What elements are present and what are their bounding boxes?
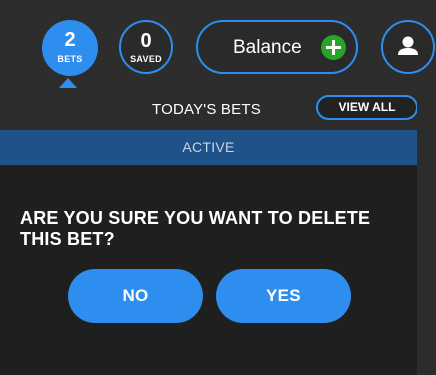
saved-counter-button[interactable]: 0 SAVED xyxy=(119,20,173,74)
balance-label: Balance xyxy=(233,37,302,58)
panel-title: TODAY'S BETS xyxy=(152,101,261,118)
tab-active[interactable]: ACTIVE xyxy=(0,130,417,165)
panel-header: TODAY'S BETS VIEW ALL xyxy=(0,88,418,130)
caret-up-icon xyxy=(59,78,77,88)
balance-button[interactable]: Balance xyxy=(196,20,358,74)
scrollbar[interactable] xyxy=(417,88,436,375)
user-account-button[interactable] xyxy=(381,20,435,74)
plus-circle-icon[interactable] xyxy=(321,35,346,60)
delete-bet-dialog: ARE YOU SURE YOU WANT TO DELETE THIS BET… xyxy=(0,165,417,375)
user-icon xyxy=(398,36,418,55)
yes-button[interactable]: YES xyxy=(216,269,351,323)
saved-label: SAVED xyxy=(130,54,162,64)
bets-label: BETS xyxy=(57,54,83,64)
top-bar: 2 BETS 0 SAVED Balance xyxy=(0,0,436,88)
bets-counter-button[interactable]: 2 BETS xyxy=(42,20,98,76)
delete-confirmation-question: ARE YOU SURE YOU WANT TO DELETE THIS BET… xyxy=(20,208,371,249)
saved-count: 0 xyxy=(140,30,152,52)
view-all-button[interactable]: VIEW ALL xyxy=(316,95,418,120)
bets-count: 2 xyxy=(64,29,76,51)
no-button[interactable]: NO xyxy=(68,269,203,323)
